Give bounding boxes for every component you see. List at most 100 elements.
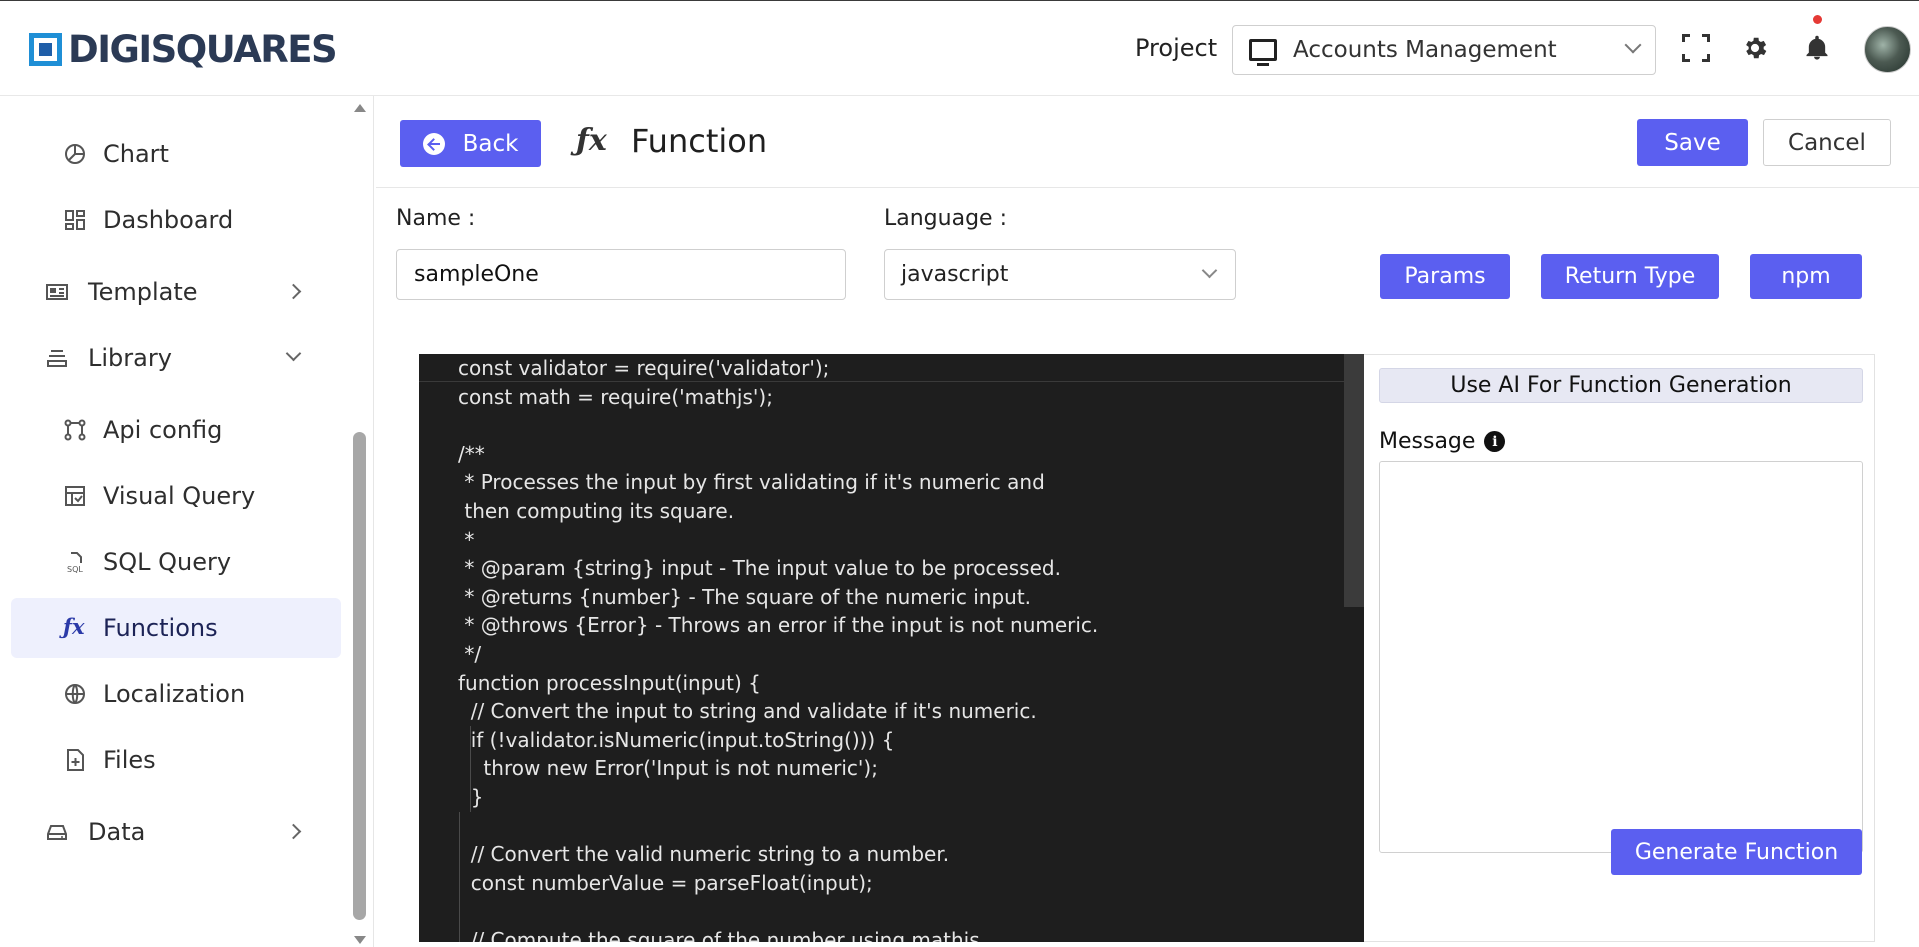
sidebar-item-library[interactable]: Library [11, 328, 341, 388]
gear-icon[interactable] [1741, 34, 1769, 62]
fullscreen-icon[interactable] [1682, 34, 1710, 62]
params-button[interactable]: Params [1380, 254, 1510, 299]
name-input[interactable] [396, 249, 846, 300]
monitor-icon [1249, 39, 1277, 66]
cancel-button[interactable]: Cancel [1763, 119, 1891, 166]
npm-button[interactable]: npm [1750, 254, 1862, 299]
sidebar-item-functions[interactable]: ƒx Functions [11, 598, 341, 658]
code-line: // Compute the square of the number usin… [458, 927, 980, 942]
sidebar-item-label: SQL Query [103, 548, 232, 576]
sidebar-item-files[interactable]: Files [11, 730, 341, 790]
code-line: } [458, 784, 484, 809]
code-line: * @param {string} input - The input valu… [458, 556, 1061, 581]
sidebar-item-template[interactable]: Template [11, 262, 341, 322]
scrollbar-thumb[interactable] [353, 432, 366, 920]
generate-function-button[interactable]: Generate Function [1611, 829, 1862, 875]
template-icon [46, 284, 68, 300]
code-line: /** [458, 441, 485, 466]
dashboard-icon [65, 210, 85, 230]
chevron-down-icon [1201, 262, 1218, 279]
notification-dot [1813, 15, 1822, 24]
message-label-text: Message [1379, 429, 1476, 454]
project-label: Project [1135, 34, 1218, 62]
sidebar-item-label: Chart [103, 140, 169, 168]
bell-icon[interactable] [1803, 34, 1831, 62]
sidebar-scrollbar[interactable] [352, 98, 366, 944]
code-line: then computing its square. [458, 498, 735, 523]
code-line: // Convert the valid numeric string to a… [458, 842, 950, 867]
sidebar-item-data[interactable]: Data [11, 802, 341, 862]
back-button[interactable]: Back [400, 120, 541, 167]
scroll-up-arrow-icon[interactable] [354, 104, 366, 112]
name-label: Name : [396, 206, 476, 231]
logo[interactable]: DIGISQUARES [29, 28, 338, 71]
back-button-label: Back [462, 130, 519, 157]
sidebar-item-label: Visual Query [103, 482, 256, 510]
sidebar-item-label: Data [88, 818, 146, 846]
code-line: * @throws {Error} - Throws an error if t… [458, 613, 1099, 638]
code-editor[interactable]: const validator = require('validator'); c… [419, 354, 1364, 942]
code-line: // Convert the input to string and valid… [458, 699, 1037, 724]
language-label: Language : [884, 206, 1007, 231]
sidebar-item-dashboard[interactable]: Dashboard [11, 190, 341, 250]
info-icon[interactable]: i [1484, 431, 1506, 452]
sidebar-item-label: Functions [103, 614, 218, 642]
svg-text:SQL: SQL [67, 565, 83, 574]
sidebar-item-visual-query[interactable]: Visual Query [11, 466, 341, 526]
chevron-down-icon [1624, 36, 1642, 54]
fx-icon: ƒx [576, 123, 607, 158]
api-config-icon [64, 419, 86, 441]
sidebar-item-label: Localization [103, 680, 246, 708]
sidebar-item-localization[interactable]: Localization [11, 664, 341, 724]
editor-scrollbar[interactable] [1344, 354, 1364, 607]
library-icon [47, 350, 67, 367]
sidebar-item-label: Library [88, 344, 172, 372]
message-textarea[interactable] [1379, 461, 1863, 853]
sidebar-item-label: Dashboard [103, 206, 234, 234]
message-label: Message i [1379, 429, 1506, 454]
visual-query-icon [65, 486, 85, 506]
code-line: * [458, 527, 475, 552]
sidebar-item-api-config[interactable]: Api config [11, 400, 341, 460]
page-toolbar: Back ƒx Function Save Cancel [376, 97, 1919, 188]
page-title: Function [631, 122, 768, 160]
chevron-right-icon [285, 823, 302, 840]
code-line: */ [458, 641, 482, 666]
sidebar-item-label: Files [103, 746, 156, 774]
globe-icon [65, 684, 85, 704]
ai-panel: Use AI For Function Generation Message i… [1364, 354, 1875, 942]
language-select-value: javascript [901, 262, 1009, 287]
code-line: * Processes the input by first validatin… [458, 470, 1045, 495]
logo-text: DIGISQUARES [68, 28, 338, 71]
sidebar: Chart Dashboard Template Library Api con… [0, 96, 374, 947]
logo-mark-icon [29, 33, 62, 66]
avatar[interactable] [1864, 26, 1911, 73]
scroll-down-arrow-icon[interactable] [354, 936, 366, 944]
sidebar-item-label: Api config [103, 416, 223, 444]
code-line: function processInput(input) { [458, 670, 761, 695]
language-select[interactable]: javascript [884, 249, 1236, 300]
code-line: const numberValue = parseFloat(input); [458, 870, 873, 895]
code-content[interactable]: const validator = require('validator'); c… [458, 354, 1098, 942]
project-select[interactable]: Accounts Management [1232, 25, 1656, 75]
code-line: const validator = require('validator'); [458, 356, 830, 380]
top-bar: DIGISQUARES Project Accounts Management [0, 0, 1919, 96]
fx-icon: ƒx [63, 614, 85, 639]
file-add-icon [67, 749, 84, 771]
code-line: if (!validator.isNumeric(input.toString(… [458, 727, 895, 752]
code-line: throw new Error('Input is not numeric'); [458, 756, 878, 781]
chart-pie-icon [65, 144, 85, 164]
sidebar-item-chart[interactable]: Chart [11, 124, 341, 184]
code-line: * @returns {number} - The square of the … [458, 584, 1032, 609]
chevron-right-icon [285, 283, 302, 300]
save-button[interactable]: Save [1637, 119, 1748, 166]
code-line: const math = require('mathjs'); [458, 384, 773, 409]
ai-panel-heading: Use AI For Function Generation [1379, 368, 1863, 403]
sidebar-item-sql-query[interactable]: SQL SQL Query [11, 532, 341, 592]
sidebar-item-label: Template [88, 278, 198, 306]
data-drive-icon [47, 825, 67, 840]
return-type-button[interactable]: Return Type [1541, 254, 1719, 299]
